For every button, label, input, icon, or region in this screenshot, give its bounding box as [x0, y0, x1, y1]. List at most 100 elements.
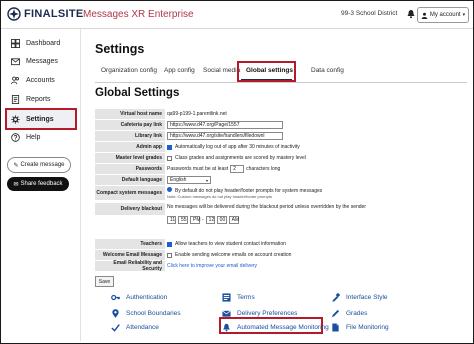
users-icon [11, 76, 20, 84]
row-teachers: Teachers Allow teachers to view student … [95, 239, 365, 249]
master-grades-text: Class grades and assignments are scored … [175, 155, 306, 161]
product-name: Messages XR Enterprise [83, 9, 194, 20]
tab-social-media[interactable]: Social media [203, 67, 240, 74]
dashboard-icon [11, 38, 20, 48]
sidebar-item-label: Reports [26, 95, 51, 103]
notification-bell-icon[interactable] [406, 9, 416, 19]
sidebar-item-label: Settings [26, 115, 54, 123]
section-title: Global Settings [95, 87, 180, 99]
save-button[interactable]: Save [95, 276, 114, 287]
logo-text: FINALSITE [24, 8, 84, 20]
blackout-end-ampm[interactable]: AM [228, 216, 239, 224]
sidebar-item-reports[interactable]: Reports [11, 92, 51, 106]
tab-data-config[interactable]: Data config [311, 67, 344, 74]
shortcut-label: Terms [237, 294, 255, 301]
virtual-host-label: Virtual host name [95, 109, 165, 119]
sidebar-item-settings[interactable]: Settings [11, 112, 54, 126]
shortcut-label: File Monitoring [346, 324, 389, 331]
shortcut-automated-message-monitoring[interactable]: Automated Message Monitoring [222, 323, 329, 332]
row-blackout: Delivery blackout No messages will be de… [95, 202, 367, 228]
shortcut-label: Authentication [126, 294, 168, 301]
virtual-host-value: qa99-p199-1.parentlink.net [167, 111, 227, 117]
master-grades-label: Master level grades [95, 153, 165, 163]
blackout-dash: - [202, 217, 204, 223]
row-virtual-host: Virtual host name qa99-p199-1.parentlink… [95, 109, 365, 119]
sidebar: Dashboard Messages Accounts Reports Sett… [1, 29, 79, 341]
help-icon [11, 132, 20, 142]
blackout-end-hour[interactable]: 12 [205, 216, 215, 224]
passwords-label: Passwords [95, 164, 165, 174]
shortcut-label: Interface Style [346, 294, 388, 301]
tab-organization-config[interactable]: Organization config [101, 67, 157, 74]
finalsite-logo-icon [7, 7, 21, 21]
sidebar-item-label: Help [26, 133, 41, 141]
shortcut-label: School Boundaries [126, 310, 181, 317]
blackout-end-minute[interactable]: 00 [216, 216, 227, 224]
shortcut-school-boundaries[interactable]: School Boundaries [111, 309, 181, 318]
master-grades-checkbox[interactable] [167, 155, 172, 161]
shortcut-authentication[interactable]: Authentication [111, 293, 167, 302]
blackout-start-ampm[interactable]: PM [190, 216, 201, 224]
language-select[interactable]: English ▾ [167, 176, 211, 184]
compact-radio[interactable] [167, 187, 172, 192]
admin-app-label: Admin app [95, 142, 165, 152]
chevron-down-icon: ▾ [205, 177, 208, 183]
welcome-checkbox[interactable] [167, 252, 172, 258]
my-account-button[interactable]: My account ▾ [417, 7, 469, 23]
email-delivery-link[interactable]: Click here to improve your email deliver… [167, 263, 257, 269]
shortcut-file-monitoring[interactable]: File Monitoring [331, 323, 389, 332]
reports-icon [11, 94, 20, 104]
tab-app-config[interactable]: App config [164, 67, 195, 74]
admin-app-checkbox[interactable] [167, 144, 172, 150]
sidebar-item-accounts[interactable]: Accounts [11, 73, 55, 87]
blackout-label: Delivery blackout [95, 203, 165, 215]
gear-icon [11, 114, 20, 124]
map-pin-icon [112, 309, 119, 318]
row-passwords: Passwords Passwords must be at least 2 c… [95, 164, 365, 174]
cafeteria-link-input[interactable]: https://www.d47.org/Page/1557 [167, 121, 283, 129]
row-library: Library link https://www.d47.org/site/ha… [95, 131, 365, 141]
reliability-label: Email Reliability and Security [95, 260, 165, 272]
sidebar-item-label: Accounts [26, 76, 55, 84]
blackout-start-hour[interactable]: 11 [167, 216, 176, 224]
blackout-start-minute[interactable]: 55 [178, 216, 188, 224]
compact-label: Compact system messages [95, 186, 165, 200]
row-welcome: Welcome Email Message Enable sending wel… [95, 250, 365, 260]
compact-note: Note: Custom messages do not play header… [167, 194, 272, 199]
top-bar: FINALSITE Messages XR Enterprise 99-3 Sc… [1, 1, 473, 29]
sidebar-item-messages[interactable]: Messages [11, 54, 58, 68]
finalsite-logo[interactable]: FINALSITE [7, 7, 84, 21]
row-reliability: Email Reliability and Security Click her… [95, 260, 365, 272]
create-message-label: Create message [20, 162, 65, 168]
shortcut-terms[interactable]: Terms [222, 293, 255, 302]
share-feedback-label: Share feedback [20, 181, 63, 187]
shortcut-label: Delivery Preferences [237, 310, 298, 317]
file-icon [332, 323, 339, 332]
row-master-grades: Master level grades Class grades and ass… [95, 153, 365, 163]
palette-icon [332, 293, 340, 302]
share-feedback-button[interactable]: ✉ Share feedback [7, 177, 69, 191]
sidebar-item-help[interactable]: Help [11, 130, 40, 144]
megaphone-icon: ✉ [13, 181, 19, 188]
chevron-down-icon: ▾ [462, 12, 466, 18]
password-length-input[interactable]: 2 [230, 165, 245, 173]
terms-icon [222, 293, 231, 302]
key-icon [111, 294, 120, 301]
teachers-checkbox[interactable] [167, 241, 172, 247]
sidebar-item-dashboard[interactable]: Dashboard [11, 36, 60, 50]
row-compact: Compact system messages By default do no… [95, 186, 365, 200]
shortcut-attendance[interactable]: Attendance [111, 323, 159, 332]
blackout-text: No messages will be delivered during the… [167, 204, 367, 210]
teachers-text: Allow teachers to view student contact i… [175, 241, 286, 247]
create-message-button[interactable]: ✎ Create message [7, 157, 71, 173]
bell-icon [223, 323, 230, 332]
sidebar-item-label: Dashboard [26, 39, 61, 47]
shortcut-interface-style[interactable]: Interface Style [331, 293, 388, 302]
shortcut-label: Automated Message Monitoring [237, 324, 329, 331]
my-account-label: My account [429, 12, 461, 18]
admin-app-text: Automatically log out of app after 30 mi… [175, 144, 300, 150]
teachers-label: Teachers [95, 239, 165, 249]
library-link-input[interactable]: https://www.d47.org/site/handlers/filedo… [167, 132, 283, 140]
page-title: Settings [95, 42, 145, 56]
shortcut-grades[interactable]: Grades [331, 309, 367, 318]
